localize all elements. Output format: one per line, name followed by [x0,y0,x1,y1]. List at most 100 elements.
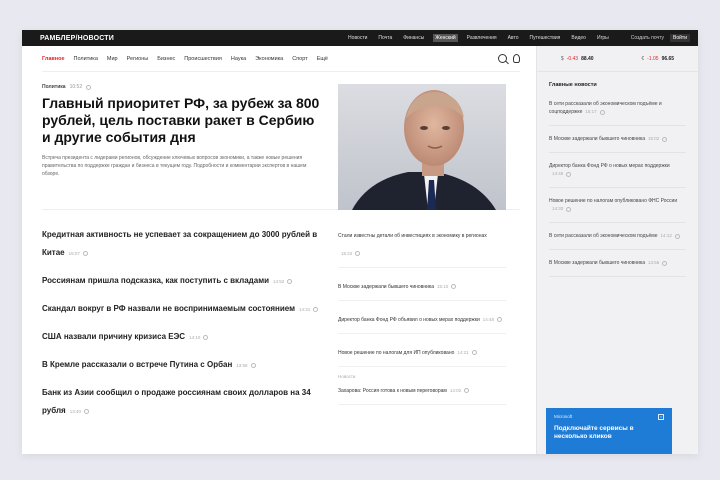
sidebar-news-item[interactable]: В сети рассказали об экономическом подъё… [549,100,686,126]
news-meta: 14:21 [457,350,477,355]
news-title[interactable]: Директор банка Фонд РФ объявил о новых м… [338,317,480,323]
currency-rate[interactable]: $ -0.43 88.40 [561,56,594,62]
news-title[interactable]: США назвали причину кризиса ЕЭС [42,332,185,341]
news-time: 13:40 [69,409,81,414]
sidebar-news-title[interactable]: Директор банка Фонд РФ о новых мерах под… [549,163,670,169]
login-button[interactable]: Войти [670,34,690,42]
news-time: 14:21 [457,350,469,355]
news-title[interactable]: Скандал вокруг в РФ назвали не восприним… [42,304,295,313]
news-time: 14:45 [552,171,564,176]
comments-icon [566,206,572,212]
comments-icon [355,251,361,256]
hero-time: 10:52 [69,84,83,90]
news-meta: 14:30 [552,205,572,213]
top-nav-item[interactable]: Развлечения [465,34,499,42]
section-nav-item[interactable]: Регионы [127,56,149,62]
sidebar-heading: Главные новости [549,82,597,88]
sidebar-news-item[interactable]: В сети рассказали об экономическом подъё… [549,232,686,250]
news-item[interactable]: В Москве задержали бывшего чиновника 15:1… [338,275,506,301]
hero-title[interactable]: Главный приоритет РФ, за рубеж за 800 ру… [42,95,324,146]
comments-icon [464,388,470,393]
section-nav-item[interactable]: Политика [74,56,98,62]
news-time: 13:55 [647,260,660,265]
news-item[interactable]: В Кремле рассказали о встрече Путина с О… [42,354,324,372]
rate-change: -0.43 [566,55,579,62]
sidebar-news-title[interactable]: В Москве задержали бывшего чиновника [549,136,645,142]
news-time: 14:30 [552,206,564,211]
news-title[interactable]: В Кремле рассказали о встрече Путина с О… [42,360,232,369]
news-item[interactable]: Кредитная активность не успевает за сокр… [42,224,324,260]
news-item[interactable]: Стали известны детали об инвестициях в э… [338,224,506,268]
ad-banner[interactable]: Microsoft × Подключайте сервисы в несколь… [546,408,672,454]
comments-icon [287,279,293,284]
comments-icon [203,335,209,340]
brand-logo[interactable]: РАМБЛЕР/НОВОСТИ [40,35,114,42]
search-icon[interactable] [498,54,507,63]
news-time: 14:31 [299,307,311,312]
news-title[interactable]: Россиянам пришла подсказка, как поступит… [42,276,269,285]
news-title[interactable]: Захарова: Россия готова к новым перегово… [338,388,447,394]
news-title[interactable]: В Москве задержали бывшего чиновника [338,284,434,290]
section-nav-item[interactable]: Ещё [317,56,328,62]
news-meta: 14:52 [273,279,293,284]
news-meta: 13:40 [70,409,89,414]
section-nav-item[interactable]: Наука [231,56,246,62]
comments-icon [471,350,477,355]
top-nav-item[interactable]: Авто [506,34,521,42]
top-nav-item[interactable]: Почта [376,34,394,42]
news-item[interactable]: Скандал вокруг в РФ назвали не восприним… [42,298,324,316]
hero-photo[interactable] [338,84,506,210]
hero-meta: Политика 10:52 [42,84,324,90]
news-title[interactable]: Стали известны детали об инвестициях в э… [338,233,487,239]
sidebar: $ -0.43 88.40 € -1.05 96.65 Главные новости В… [536,46,698,454]
bulb-icon[interactable] [513,54,520,63]
nav-tools [498,54,520,63]
top-nav-item[interactable]: Путешествия [528,34,563,42]
close-icon[interactable]: × [658,414,664,420]
ad-title[interactable]: Подключайте сервисы в несколько кликов [554,425,664,441]
ad-brand: Microsoft [554,414,573,419]
sidebar-news-item[interactable]: Директор банка Фонд РФ о новых мерах под… [549,162,686,188]
comments-icon [82,251,88,256]
section-nav-item[interactable]: Происшествия [184,56,222,62]
section-nav-item[interactable]: Главное [42,56,65,62]
news-time: 14:12 [660,233,672,238]
section-nav-item[interactable]: Экономика [255,56,283,62]
news-item[interactable]: Новости Захарова: Россия готова к новым п… [338,374,506,405]
section-nav-item[interactable]: Мир [107,56,118,62]
news-item[interactable]: США назвали причину кризиса ЕЭС 14:10 [42,326,324,344]
hero-article[interactable]: Политика 10:52 Главный приоритет РФ, за … [42,84,520,210]
top-nav-item[interactable]: Финансы [401,34,426,42]
news-time: 14:52 [273,279,285,284]
currency-rate[interactable]: € -1.05 96.65 [641,56,674,62]
sidebar-news-item[interactable]: Новое решение по налогам опубликовано ФН… [549,197,686,223]
top-nav-item[interactable]: Новости [346,34,369,42]
news-item[interactable]: Новое решение по налогам для ИП опублико… [338,341,506,367]
sidebar-news-title[interactable]: В Москве задержали бывшего чиновника [549,260,645,266]
top-nav-item[interactable]: Женский [433,34,458,42]
news-item[interactable]: Банк из Азии сообщил о продаже россиянам… [42,382,324,418]
news-title[interactable]: Новое решение по налогам для ИП опублико… [338,350,454,356]
create-mail-link[interactable]: Создать почту [631,35,664,41]
sidebar-news-item[interactable]: В Москве задержали бывшего чиновника 13:5… [549,259,686,277]
news-time: 15:22 [341,251,353,256]
news-item[interactable]: Директор банка Фонд РФ объявил о новых м… [338,308,506,334]
news-meta: 15:10 [437,284,457,289]
comments-icon [662,136,668,142]
news-list-left: Кредитная активность не успевает за сокр… [42,224,338,428]
news-meta: 13:55 [647,259,668,267]
news-item[interactable]: Россиянам пришла подсказка, как поступит… [42,270,324,288]
section-nav-item[interactable]: Спорт [292,56,307,62]
section-nav-item[interactable]: Бизнес [157,56,175,62]
comments-icon [599,109,605,115]
comments-icon [250,363,256,368]
sidebar-news-title[interactable]: Новое решение по налогам опубликовано ФН… [549,198,677,204]
hero-category[interactable]: Политика [42,84,66,90]
top-right-links: Создать почту Войти [631,34,690,42]
sidebar-news-title[interactable]: В сети рассказали об экономическом подъё… [549,101,662,115]
top-nav-item[interactable]: Игры [595,34,611,42]
top-nav-item[interactable]: Видео [569,34,588,42]
sidebar-news-item[interactable]: В Москве задержали бывшего чиновника 15:0… [549,135,686,153]
comments-icon [84,409,89,414]
sidebar-news-title[interactable]: В сети рассказали об экономическом подъё… [549,233,658,239]
